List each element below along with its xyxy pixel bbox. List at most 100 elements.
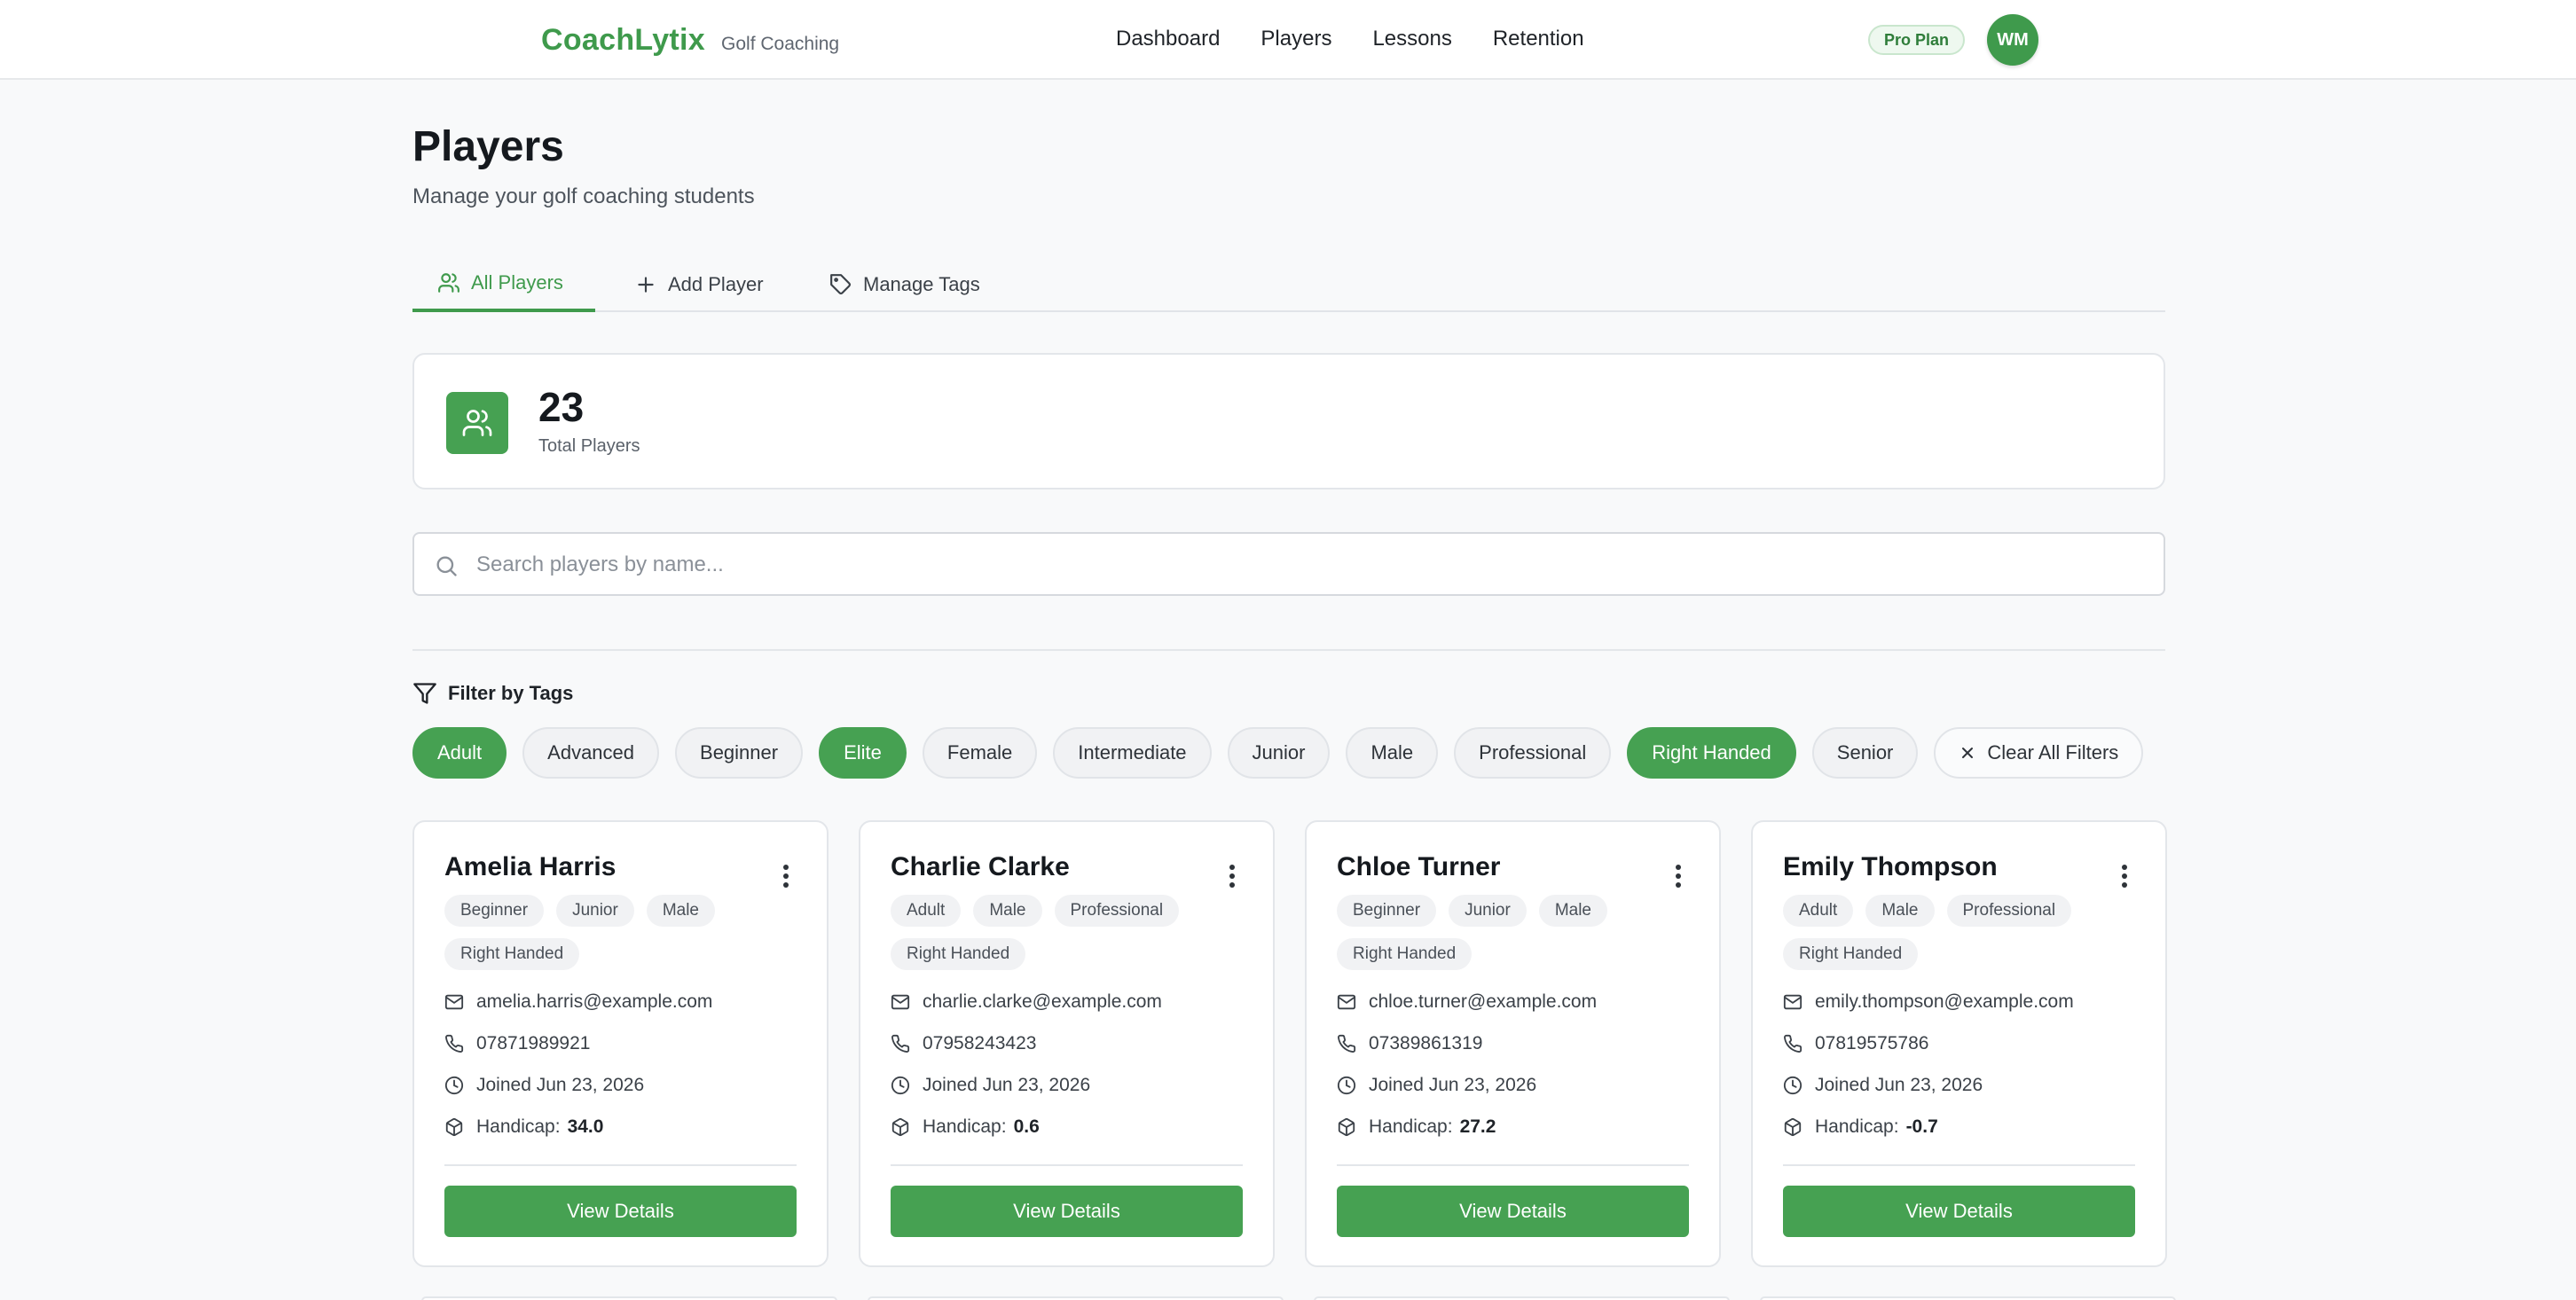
- handicap-label: Handicap:: [1815, 1116, 1899, 1137]
- player-tag: Beginner: [1337, 895, 1437, 927]
- player-handicap: Handicap: 34.0: [444, 1116, 603, 1138]
- view-details-button[interactable]: View Details: [1783, 1186, 2135, 1237]
- player-tags: Beginner Junior Male: [444, 895, 715, 927]
- handicap-label: Handicap:: [1369, 1116, 1453, 1137]
- chip-intermediate[interactable]: Intermediate: [1053, 727, 1212, 779]
- brand[interactable]: CoachLytix Golf Coaching: [541, 23, 839, 58]
- email-text: chloe.turner@example.com: [1369, 991, 1598, 1012]
- nav-dashboard[interactable]: Dashboard: [1116, 27, 1220, 51]
- chip-beginner[interactable]: Beginner: [675, 727, 804, 779]
- mail-icon: [444, 994, 464, 1010]
- nav-players[interactable]: Players: [1261, 27, 1331, 51]
- email-text: emily.thompson@example.com: [1815, 991, 2074, 1012]
- search-input[interactable]: [476, 543, 2144, 587]
- chip-advanced[interactable]: Advanced: [522, 727, 660, 779]
- view-details-button[interactable]: View Details: [1337, 1186, 1689, 1237]
- tab-add-player[interactable]: Add Player: [609, 257, 789, 312]
- clear-filters-label: Clear All Filters: [1987, 741, 2119, 764]
- player-email: chloe.turner@example.com: [1337, 991, 1597, 1013]
- clock-icon: [1783, 1076, 1802, 1095]
- player-joined: Joined Jun 23, 2026: [891, 1075, 1090, 1096]
- tab-label: All Players: [471, 271, 563, 294]
- more-vertical-icon[interactable]: [2121, 865, 2128, 888]
- tag-filter-chips: Adult Advanced Beginner Elite Female Int…: [412, 727, 2144, 779]
- player-tag: Professional: [1946, 895, 2072, 927]
- chip-junior[interactable]: Junior: [1227, 727, 1331, 779]
- handicap-label: Handicap:: [476, 1116, 561, 1137]
- player-card-next-row: [1314, 1296, 1730, 1300]
- joined-text: Joined Jun 23, 2026: [476, 1075, 645, 1095]
- player-card: Charlie Clarke Adult Male Professional R…: [859, 820, 1275, 1267]
- more-vertical-icon[interactable]: [1229, 865, 1236, 888]
- top-navbar: CoachLytix Golf Coaching Dashboard Playe…: [0, 0, 2576, 80]
- clear-filters-button[interactable]: Clear All Filters: [1934, 727, 2144, 779]
- player-card: Amelia Harris Beginner Junior Male Right…: [412, 820, 829, 1267]
- total-players-count: 23: [538, 384, 585, 430]
- phone-text: 07871989921: [476, 1033, 591, 1053]
- plan-badge: Pro Plan: [1868, 25, 1966, 55]
- more-vertical-icon[interactable]: [1675, 865, 1682, 888]
- section-divider: [412, 649, 2165, 651]
- tag-icon: [830, 274, 851, 294]
- card-divider: [1337, 1164, 1689, 1166]
- page-subtitle: Manage your golf coaching students: [412, 184, 755, 208]
- nav-lessons[interactable]: Lessons: [1372, 27, 1451, 51]
- chip-right-handed[interactable]: Right Handed: [1627, 727, 1796, 779]
- player-tags: Right Handed: [891, 938, 1026, 970]
- tab-bar: All Players Add Player Manage Tags: [412, 257, 2165, 312]
- mail-icon: [891, 994, 910, 1010]
- player-handicap: Handicap: 0.6: [891, 1116, 1040, 1138]
- player-tag: Junior: [556, 895, 634, 927]
- close-icon: [1962, 748, 1974, 758]
- player-name: Amelia Harris: [444, 852, 617, 881]
- player-tag: Right Handed: [891, 938, 1026, 970]
- tab-manage-tags[interactable]: Manage Tags: [805, 257, 1005, 312]
- player-tag: Professional: [1054, 895, 1180, 927]
- tab-label: Manage Tags: [863, 273, 980, 295]
- player-handicap: Handicap: -0.7: [1783, 1116, 1938, 1138]
- brand-name: CoachLytix: [541, 23, 706, 57]
- player-tags: Right Handed: [1783, 938, 1919, 970]
- users-icon: [438, 273, 459, 293]
- page-title: Players: [412, 123, 564, 170]
- filter-header: Filter by Tags: [412, 681, 573, 706]
- player-tag: Right Handed: [444, 938, 580, 970]
- chip-elite[interactable]: Elite: [819, 727, 907, 779]
- mail-icon: [1337, 994, 1356, 1010]
- chip-professional[interactable]: Professional: [1454, 727, 1612, 779]
- chip-female[interactable]: Female: [922, 727, 1038, 779]
- plus-icon: [638, 277, 654, 293]
- player-joined: Joined Jun 23, 2026: [1337, 1075, 1536, 1096]
- player-tag: Junior: [1449, 895, 1527, 927]
- chip-senior[interactable]: Senior: [1811, 727, 1919, 779]
- card-divider: [444, 1164, 797, 1166]
- tab-all-players[interactable]: All Players: [412, 257, 595, 312]
- view-details-button[interactable]: View Details: [444, 1186, 797, 1237]
- more-vertical-icon[interactable]: [782, 865, 789, 888]
- clock-icon: [891, 1076, 910, 1095]
- player-email: charlie.clarke@example.com: [891, 991, 1162, 1013]
- chip-adult[interactable]: Adult: [412, 727, 507, 779]
- chip-male[interactable]: Male: [1346, 727, 1439, 779]
- phone-text: 07389861319: [1369, 1033, 1483, 1053]
- filter-title: Filter by Tags: [448, 682, 574, 704]
- handicap-value: 0.6: [1013, 1116, 1040, 1137]
- player-card: Emily Thompson Adult Male Professional R…: [1751, 820, 2167, 1267]
- player-tag: Right Handed: [1337, 938, 1473, 970]
- phone-icon: [445, 1034, 464, 1053]
- nav-retention[interactable]: Retention: [1493, 27, 1584, 51]
- view-details-button[interactable]: View Details: [891, 1186, 1243, 1237]
- player-tag: Male: [1865, 895, 1935, 927]
- player-phone: 07958243423: [891, 1033, 1036, 1054]
- player-card: Chloe Turner Beginner Junior Male Right …: [1305, 820, 1721, 1267]
- player-tag: Adult: [1783, 895, 1854, 927]
- joined-text: Joined Jun 23, 2026: [923, 1075, 1091, 1095]
- clock-icon: [1337, 1076, 1356, 1095]
- phone-text: 07958243423: [923, 1033, 1037, 1053]
- joined-text: Joined Jun 23, 2026: [1369, 1075, 1537, 1095]
- filter-icon: [413, 683, 436, 704]
- handicap-label: Handicap:: [923, 1116, 1007, 1137]
- player-phone: 07389861319: [1337, 1033, 1482, 1054]
- player-joined: Joined Jun 23, 2026: [1783, 1075, 1983, 1096]
- avatar[interactable]: WM: [1987, 14, 2038, 66]
